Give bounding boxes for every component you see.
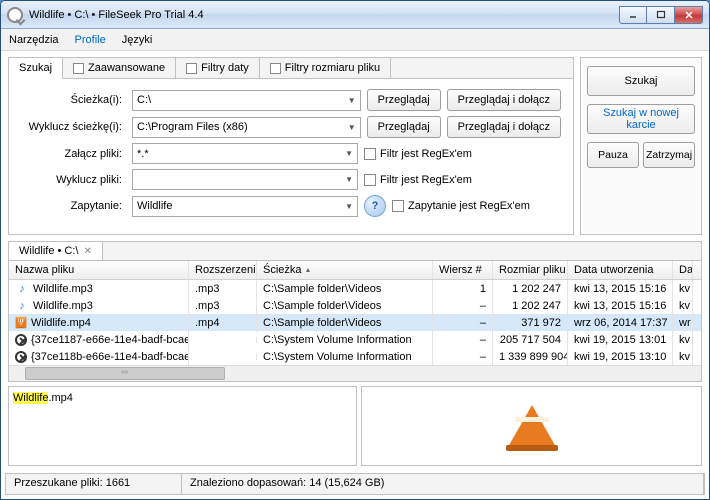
label-include-files: Załącz pliki:: [21, 148, 126, 160]
label-exclude-files: Wyklucz pliki:: [21, 174, 126, 186]
menu-tools[interactable]: Narzędzia: [9, 34, 59, 46]
checkbox-icon: [392, 200, 404, 212]
status-found: Znaleziono dopasowań: 14 (15,624 GB): [182, 474, 704, 494]
path-input[interactable]: C:\▼: [132, 90, 361, 111]
preview-highlight: Wildlife: [13, 392, 48, 404]
vlc-cone-icon: [508, 405, 556, 447]
checkbox-icon: [364, 174, 376, 186]
browse-path-button[interactable]: Przeglądaj: [367, 89, 441, 111]
checkbox-icon: [73, 63, 84, 74]
query-input[interactable]: Wildlife▼: [132, 196, 358, 217]
col-size[interactable]: Rozmiar pliku: [493, 261, 568, 279]
maximize-button[interactable]: [647, 6, 675, 24]
preview-rest: .mp4: [48, 392, 72, 404]
minimize-button[interactable]: [619, 6, 647, 24]
stop-button[interactable]: Zatrzymaj: [643, 142, 695, 168]
chevron-down-icon: ▼: [345, 175, 353, 184]
close-tab-icon[interactable]: ✕: [83, 246, 91, 257]
checkbox-icon: [270, 63, 281, 74]
col-path[interactable]: Ścieżka: [257, 261, 433, 279]
col-line[interactable]: Wiersz #: [433, 261, 493, 279]
file-icon: [15, 351, 27, 363]
include-files-input[interactable]: *.*▼: [132, 143, 358, 164]
browse-exclude-button[interactable]: Przeglądaj: [367, 116, 441, 138]
file-icon: [16, 317, 27, 329]
chevron-down-icon: ▼: [348, 96, 356, 105]
label-query: Zapytanie:: [21, 200, 126, 212]
checkbox-icon: [364, 148, 376, 160]
tab-date-filters[interactable]: Filtry daty: [176, 58, 260, 78]
chevron-down-icon: ▼: [345, 202, 353, 211]
query-help-button[interactable]: ?: [364, 195, 386, 217]
chevron-down-icon: ▼: [345, 149, 353, 158]
query-regex-checkbox[interactable]: Zapytanie jest RegEx'em: [392, 200, 530, 212]
exclude-files-input[interactable]: ▼: [132, 169, 358, 190]
checkbox-icon: [186, 63, 197, 74]
browse-append-path-button[interactable]: Przeglądaj i dołącz: [447, 89, 561, 111]
titlebar: Wildlife • C:\ • FileSeek Pro Trial 4.4: [1, 1, 709, 29]
search-new-tab-button[interactable]: Szukaj w nowej karcie: [587, 104, 695, 134]
menu-languages[interactable]: Języki: [122, 34, 153, 46]
include-regex-checkbox[interactable]: Filtr jest RegEx'em: [364, 148, 472, 160]
media-preview-pane: [361, 386, 702, 466]
horizontal-scrollbar[interactable]: [9, 365, 701, 381]
text-preview-pane: Wildlife.mp4: [8, 386, 357, 466]
label-path: Ścieżka(i):: [21, 94, 126, 106]
browse-append-exclude-button[interactable]: Przeglądaj i dołącz: [447, 116, 561, 138]
file-icon: [15, 334, 27, 346]
table-row[interactable]: Wildlife.mp3.mp3C:\Sample folder\Videos–…: [9, 297, 701, 314]
menu-profile[interactable]: Profile: [75, 34, 106, 46]
app-icon: [7, 7, 23, 23]
table-row[interactable]: {37ce118b-e66e-11e4-badf-bcaec…C:\System…: [9, 348, 701, 365]
file-icon: [15, 282, 29, 296]
scrollbar-thumb[interactable]: [25, 367, 225, 380]
close-button[interactable]: [675, 6, 703, 24]
col-last[interactable]: Da: [673, 261, 693, 279]
table-row[interactable]: {37ce1187-e66e-11e4-badf-bcaec…C:\System…: [9, 331, 701, 348]
table-row[interactable]: Wildlife.mp4.mp4C:\Sample folder\Videos–…: [9, 314, 701, 331]
col-name[interactable]: Nazwa pliku: [9, 261, 189, 279]
tab-size-filters[interactable]: Filtry rozmiaru pliku: [260, 58, 391, 78]
tab-advanced[interactable]: Zaawansowane: [63, 58, 176, 78]
chevron-down-icon: ▼: [348, 123, 356, 132]
exclude-regex-checkbox[interactable]: Filtr jest RegEx'em: [364, 174, 472, 186]
window-title: Wildlife • C:\ • FileSeek Pro Trial 4.4: [29, 9, 619, 21]
status-scanned: Przeszukane pliki: 1661: [6, 474, 182, 494]
file-icon: [15, 299, 29, 313]
search-tab-strip: Szukaj Zaawansowane Filtry daty Filtry r…: [9, 58, 573, 79]
search-button[interactable]: Szukaj: [587, 66, 695, 96]
col-ext[interactable]: Rozszerzenie: [189, 261, 257, 279]
exclude-path-input[interactable]: C:\Program Files (x86)▼: [132, 117, 361, 138]
pause-button[interactable]: Pauza: [587, 142, 639, 168]
tab-search[interactable]: Szukaj: [9, 58, 63, 79]
result-tab[interactable]: Wildlife • C:\✕: [9, 242, 103, 260]
menubar: Narzędzia Profile Języki: [1, 29, 709, 51]
label-exclude-path: Wyklucz ścieżkę(i):: [21, 121, 126, 133]
table-row[interactable]: Wildlife.mp3.mp3C:\Sample folder\Videos1…: [9, 280, 701, 297]
statusbar: Przeszukane pliki: 1661 Znaleziono dopas…: [5, 473, 705, 495]
col-created[interactable]: Data utworzenia: [568, 261, 673, 279]
